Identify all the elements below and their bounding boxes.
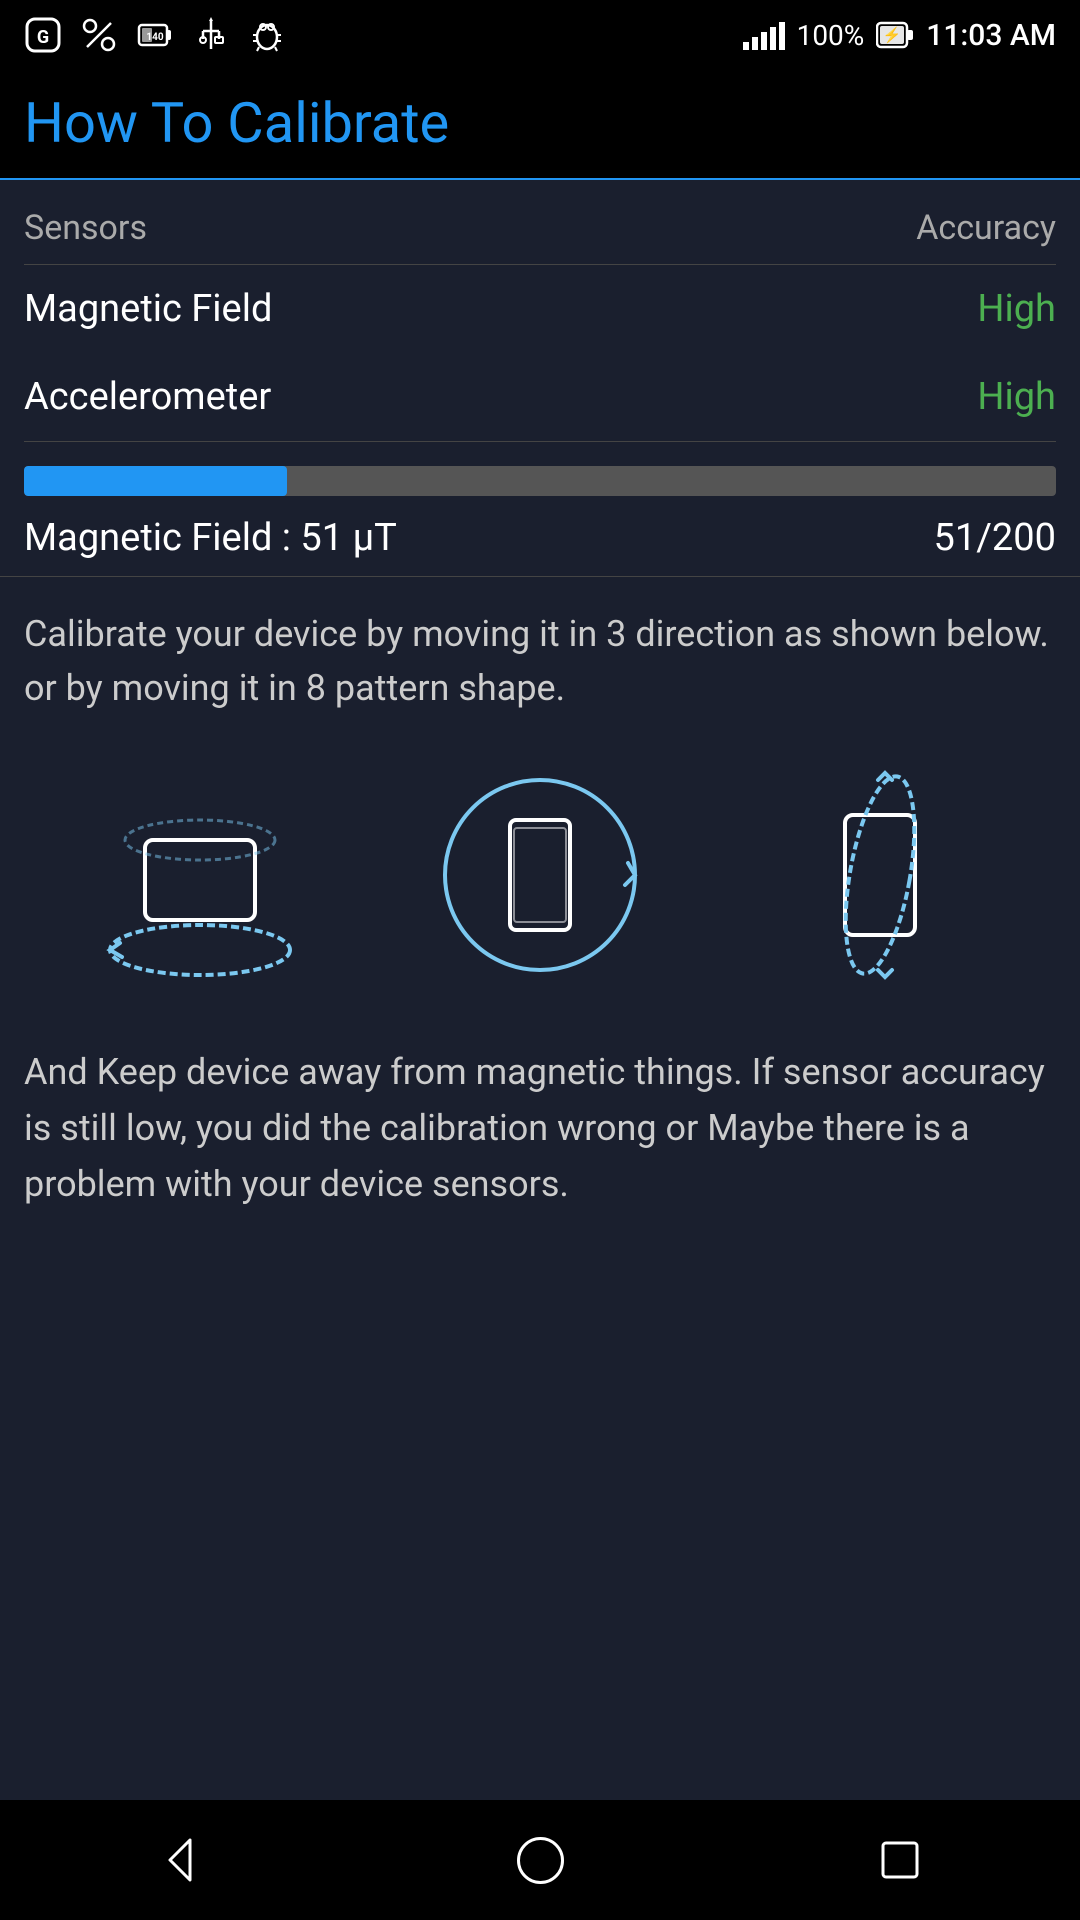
calibration-text: Calibrate your device by moving it in 3 … <box>24 607 1056 715</box>
field-value: 51/200 <box>934 516 1056 560</box>
status-bar: G 140 <box>0 0 1080 70</box>
sensors-header: Sensors Accuracy <box>24 180 1056 265</box>
time: 11:03 AM <box>926 18 1056 53</box>
debug-icon <box>248 16 286 54</box>
signal-icon <box>743 20 785 50</box>
progress-bar-fill <box>24 466 287 496</box>
progress-container <box>0 442 1080 496</box>
title-bar: How To Calibrate <box>0 70 1080 180</box>
svg-text:140: 140 <box>146 32 163 43</box>
back-button[interactable] <box>140 1820 220 1900</box>
home-button[interactable] <box>500 1820 580 1900</box>
battery-percent: 100% <box>797 19 865 52</box>
accelerometer-accuracy: High <box>977 375 1056 419</box>
svg-text:G: G <box>37 27 49 48</box>
recent-apps-button[interactable] <box>860 1820 940 1900</box>
circle-spin-icon <box>420 755 660 995</box>
magnetic-field-label: Magnetic Field <box>24 287 272 331</box>
page-title: How To Calibrate <box>24 90 1056 156</box>
magnetic-field-accuracy: High <box>977 287 1056 331</box>
sensors-table: Sensors Accuracy Magnetic Field High Acc… <box>0 180 1080 442</box>
sensor-row-magnetic: Magnetic Field High <box>24 265 1056 353</box>
field-label: Magnetic Field : 51 μT <box>24 516 397 560</box>
sensor-row-accelerometer: Accelerometer High <box>24 353 1056 442</box>
nav-bar <box>0 1800 1080 1920</box>
battery-charging-icon: ⚡ <box>876 16 914 54</box>
status-icons-left: G 140 <box>24 16 286 54</box>
usb-icon <box>192 16 230 54</box>
bottom-instructions: And Keep device away from magnetic thing… <box>0 1025 1080 1242</box>
percent-icon <box>80 16 118 54</box>
status-icons-right: 100% ⚡ 11:03 AM <box>743 16 1056 54</box>
main-content: Sensors Accuracy Magnetic Field High Acc… <box>0 180 1080 1800</box>
app-icon: G <box>24 16 62 54</box>
battery-low-icon: 140 <box>136 16 174 54</box>
progress-bar-background <box>24 466 1056 496</box>
side-spin-icon <box>760 755 1000 995</box>
field-info: Magnetic Field : 51 μT 51/200 <box>0 496 1080 577</box>
accelerometer-label: Accelerometer <box>24 375 271 419</box>
sensors-col-header: Sensors <box>24 208 147 248</box>
bottom-text: And Keep device away from magnetic thing… <box>24 1045 1056 1212</box>
flat-spin-icon <box>80 755 320 995</box>
calibration-instructions: Calibrate your device by moving it in 3 … <box>0 577 1080 735</box>
svg-text:⚡: ⚡ <box>883 26 902 44</box>
rotation-icons <box>0 735 1080 1025</box>
accuracy-col-header: Accuracy <box>916 208 1056 248</box>
